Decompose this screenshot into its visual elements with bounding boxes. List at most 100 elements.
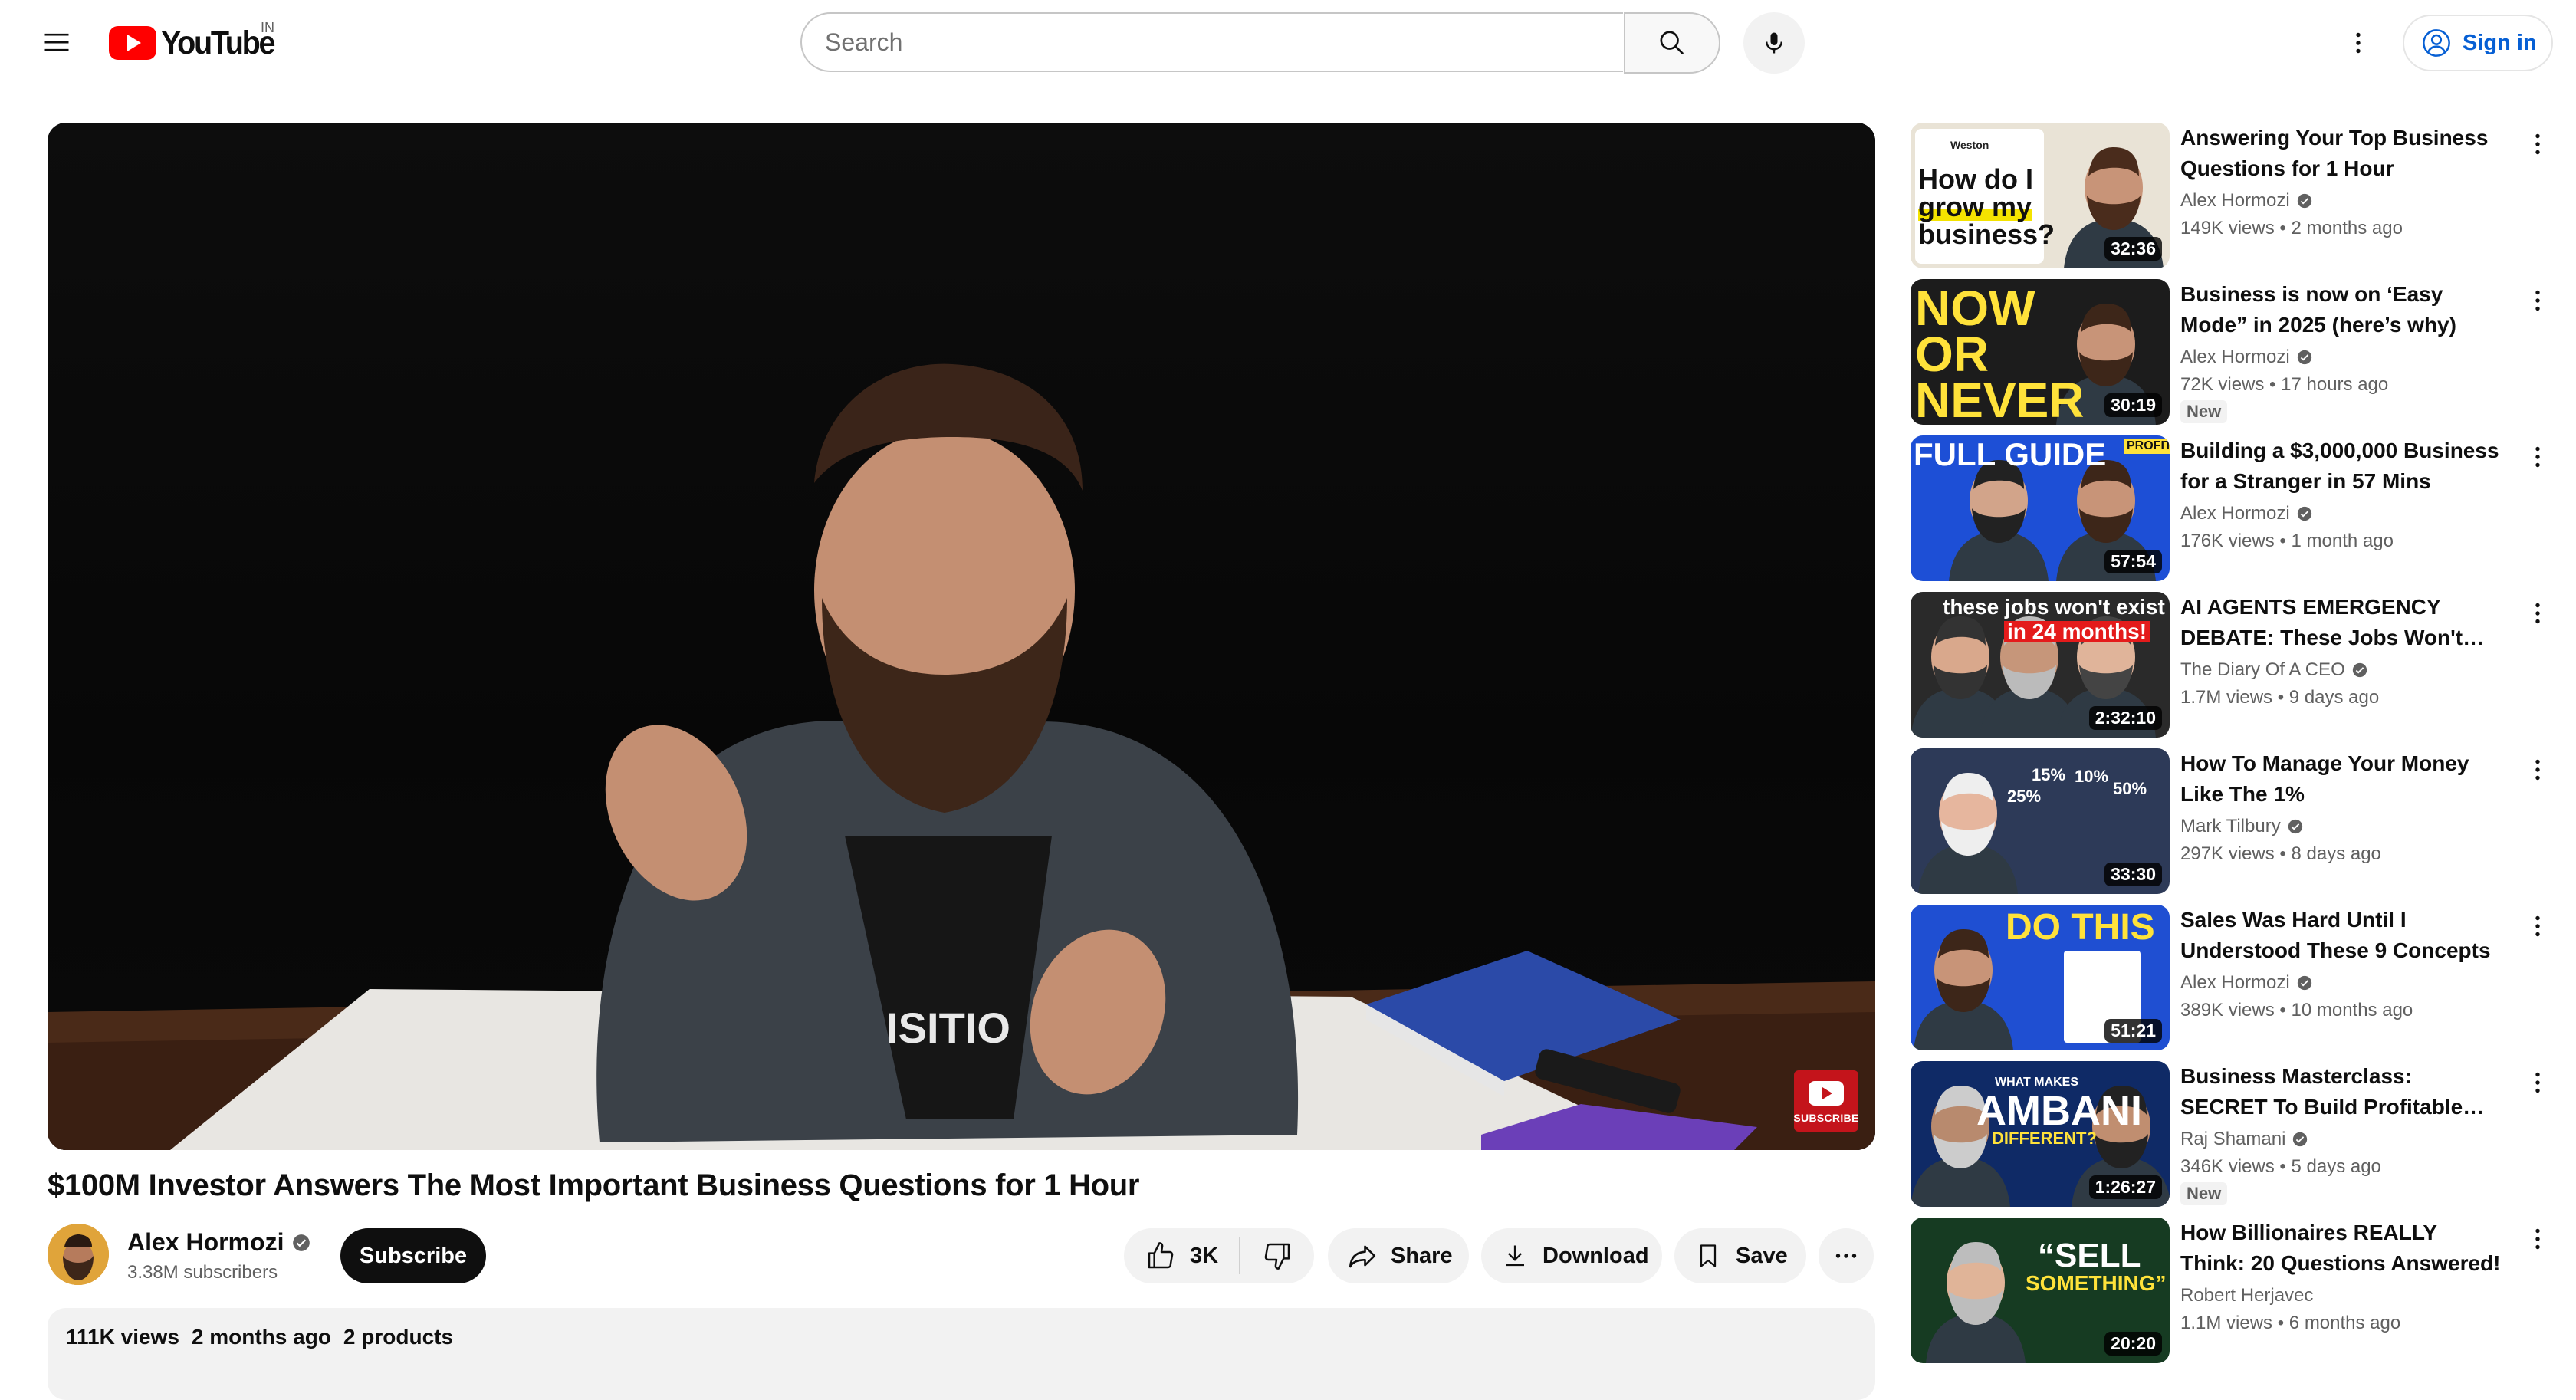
- svg-text:ISITIO: ISITIO: [886, 1004, 1010, 1052]
- subscribe-watermark[interactable]: SUBSCRIBE: [1793, 1070, 1859, 1132]
- thumbnail-text: DIFFERENT?: [1992, 1129, 2097, 1148]
- video-action-menu-button[interactable]: [2522, 1218, 2553, 1260]
- video-duration: 51:21: [2104, 1019, 2162, 1043]
- recommended-channel: Robert Herjavec: [2180, 1285, 2313, 1306]
- youtube-logo[interactable]: YouTube: [109, 21, 284, 64]
- more-actions-button[interactable]: [1819, 1228, 1874, 1283]
- recommended-video[interactable]: 15% 10% 25% 50% 33:30 How To Manage Your Mone…: [1911, 748, 2555, 894]
- recommended-video[interactable]: these jobs won't exist in 24 months! 2:32:…: [1911, 592, 2555, 738]
- share-icon: [1349, 1245, 1376, 1268]
- channel-avatar[interactable]: [48, 1224, 109, 1285]
- verified-badge-icon: [2297, 506, 2312, 521]
- view-count: 149K views: [2180, 218, 2275, 238]
- video-action-menu-button[interactable]: [2522, 1061, 2553, 1104]
- view-count: 389K views: [2180, 1000, 2275, 1020]
- video-action-menu-button[interactable]: [2522, 748, 2553, 791]
- meta-separator: •: [2274, 843, 2292, 864]
- video-thumbnail[interactable]: these jobs won't exist in 24 months! 2:32:…: [1911, 592, 2170, 738]
- verified-badge-icon: [2297, 350, 2312, 365]
- video-thumbnail[interactable]: DO THIS 51:21: [1911, 905, 2170, 1050]
- verified-badge-icon: [2293, 1132, 2308, 1147]
- thumbnail-text: NEVER: [1915, 373, 2085, 425]
- sign-in-label: Sign in: [2463, 30, 2537, 55]
- channel-name: Mark Tilbury: [2180, 816, 2281, 836]
- channel-name: Alex Hormozi: [2180, 190, 2290, 211]
- view-count: 346K views: [2180, 1156, 2275, 1177]
- sign-in-button[interactable]: Sign in: [2403, 15, 2553, 71]
- dislike-button[interactable]: [1240, 1228, 1314, 1283]
- recommended-video[interactable]: WHAT MAKES AMBANI DIFFERENT? 1:26:27 Busines…: [1911, 1061, 2555, 1207]
- like-dislike-group: 3K: [1124, 1228, 1314, 1283]
- description-box[interactable]: 111K views 2 months ago 2 products: [48, 1308, 1875, 1400]
- video-action-menu-button[interactable]: [2522, 435, 2553, 478]
- recommended-channel: The Diary Of A CEO: [2180, 659, 2368, 681]
- video-thumbnail[interactable]: NOW OR NEVER 30:19: [1911, 279, 2170, 425]
- thumbnail-text: “SELL: [2038, 1237, 2141, 1274]
- verified-badge-icon: [2288, 819, 2302, 834]
- settings-more-button[interactable]: [2331, 15, 2386, 71]
- recommended-video-title: Business Masterclass: SECRET To Build Pr…: [2180, 1064, 2463, 1119]
- channel-name-link[interactable]: Alex Hormozi: [127, 1228, 311, 1257]
- video-duration: 20:20: [2104, 1332, 2162, 1356]
- download-button[interactable]: Download: [1481, 1228, 1662, 1283]
- thumbnail-text: these jobs won't exist: [1943, 595, 2165, 619]
- thumbnail-text: DO THIS: [2006, 907, 2155, 948]
- video-frame: ISITIO: [48, 363, 1875, 1150]
- upload-age: 2 months ago: [2291, 218, 2403, 238]
- recommended-video-meta: 72K views • 17 hours ago: [2180, 374, 2388, 396]
- thumbnail-text: 50%: [2113, 779, 2147, 798]
- video-thumbnail[interactable]: “SELL SOMETHING” 20:20: [1911, 1218, 2170, 1363]
- recommended-video-meta: 1.7M views • 9 days ago: [2180, 687, 2379, 708]
- share-button[interactable]: Share: [1328, 1228, 1469, 1283]
- thumbnail-text: in 24 months!: [2004, 621, 2150, 642]
- video-action-menu-button[interactable]: [2522, 592, 2553, 635]
- channel-name: Alex Hormozi: [2180, 972, 2290, 993]
- subscribe-button[interactable]: Subscribe: [340, 1228, 486, 1283]
- watermark-label: SUBSCRIBE: [1793, 1112, 1859, 1124]
- more-vertical-icon: [2535, 915, 2540, 937]
- guide-menu-button[interactable]: [29, 15, 84, 71]
- recommended-video[interactable]: “SELL SOMETHING” 20:20 How Billionaires REA…: [1911, 1218, 2555, 1363]
- youtube-wordmark: YouTube: [161, 24, 276, 61]
- save-label: Save: [1736, 1243, 1788, 1268]
- recommended-video-meta: 389K views • 10 months ago: [2180, 1000, 2413, 1021]
- meta-separator: •: [2264, 374, 2282, 395]
- video-action-menu-button[interactable]: [2522, 905, 2553, 948]
- recommended-video-meta: 346K views • 5 days ago: [2180, 1156, 2381, 1178]
- search-button[interactable]: [1624, 12, 1720, 74]
- microphone-icon: [1766, 32, 1783, 54]
- recommended-video-title: Business is now on ‘Easy Mode” in 2025 (…: [2180, 282, 2456, 337]
- video-thumbnail[interactable]: 15% 10% 25% 50% 33:30: [1911, 748, 2170, 894]
- channel-avatar-image: [48, 1224, 109, 1285]
- recommended-video[interactable]: Weston How do Igrow my business? 32:36 Answe…: [1911, 123, 2555, 268]
- thumbnail-text: 25%: [2007, 787, 2042, 806]
- more-vertical-icon: [2535, 759, 2540, 781]
- upload-age: 2 months ago: [191, 1325, 331, 1349]
- upload-age: 17 hours ago: [2281, 374, 2389, 395]
- upload-age: 8 days ago: [2291, 843, 2381, 864]
- recommended-video-meta: 1.1M views • 6 months ago: [2180, 1313, 2400, 1334]
- channel-name: Alex Hormozi: [2180, 503, 2290, 524]
- recommended-video[interactable]: FULL GUIDE PROFIT 57:54 Building a $3,000,0…: [1911, 435, 2555, 581]
- view-count: 176K views: [2180, 531, 2275, 551]
- recommended-video[interactable]: NOW OR NEVER 30:19 Business is now on ‘Easy …: [1911, 279, 2555, 425]
- video-thumbnail[interactable]: FULL GUIDE PROFIT 57:54: [1911, 435, 2170, 581]
- video-action-menu-button[interactable]: [2522, 123, 2553, 166]
- more-vertical-icon: [2535, 1228, 2540, 1250]
- save-button[interactable]: Save: [1674, 1228, 1806, 1283]
- like-count: 3K: [1190, 1243, 1219, 1268]
- channel-name: Raj Shamani: [2180, 1129, 2286, 1149]
- like-button[interactable]: 3K: [1124, 1228, 1239, 1283]
- voice-search-button[interactable]: [1743, 12, 1805, 74]
- recommended-video[interactable]: DO THIS 51:21 Sales Was Hard Until I Under…: [1911, 905, 2555, 1050]
- more-vertical-icon: [2535, 603, 2540, 624]
- country-code: IN: [261, 20, 274, 35]
- search-input[interactable]: [800, 12, 1623, 72]
- video-thumbnail[interactable]: Weston How do Igrow my business? 32:36: [1911, 123, 2170, 268]
- video-action-menu-button[interactable]: [2522, 279, 2553, 322]
- recommended-channel: Alex Hormozi: [2180, 347, 2313, 368]
- thumbs-down-icon: [1264, 1243, 1290, 1270]
- video-player[interactable]: ISITIO SUBSCRIBE: [48, 123, 1875, 1150]
- video-thumbnail[interactable]: WHAT MAKES AMBANI DIFFERENT? 1:26:27: [1911, 1061, 2170, 1207]
- channel-name: Robert Herjavec: [2180, 1285, 2314, 1306]
